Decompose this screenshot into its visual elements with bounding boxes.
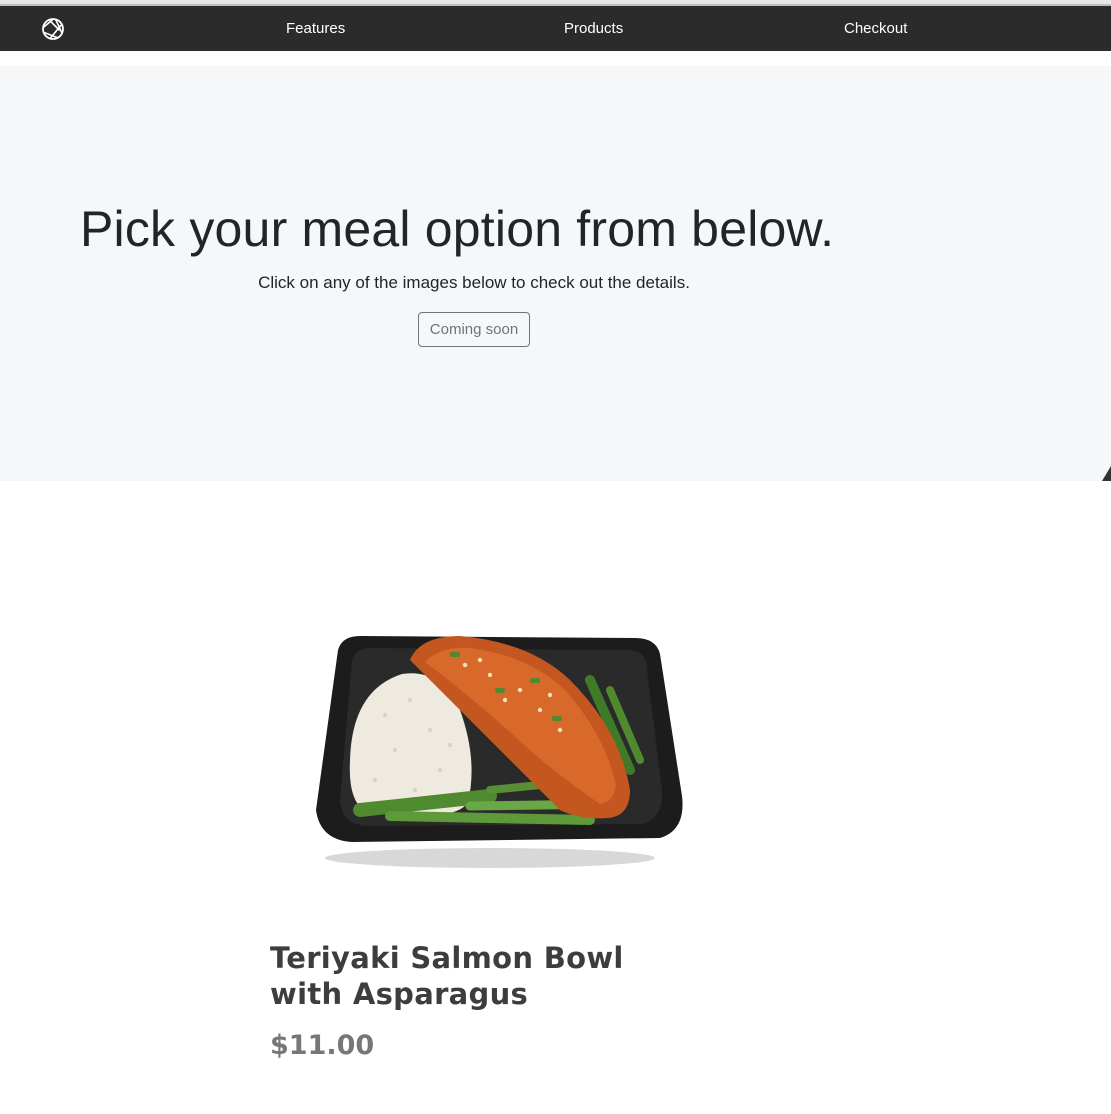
salmon-bowl-image[interactable] bbox=[290, 620, 690, 880]
product-name[interactable]: Teriyaki Salmon Bowl with Asparagus bbox=[270, 940, 700, 1012]
nav-link-checkout[interactable]: Checkout bbox=[844, 20, 907, 37]
navbar: Features Products Checkout bbox=[0, 4, 1111, 51]
aperture-icon[interactable] bbox=[40, 16, 66, 42]
page-title: Pick your meal option from below. bbox=[80, 201, 835, 257]
coming-soon-button[interactable]: Coming soon bbox=[418, 312, 530, 347]
product-card[interactable]: Teriyaki Salmon Bowl with Asparagus $11.… bbox=[270, 600, 710, 1080]
product-price: $11.00 bbox=[270, 1030, 375, 1061]
nav-link-products[interactable]: Products bbox=[564, 20, 623, 37]
header-spacer bbox=[0, 51, 1111, 66]
nav-link-features[interactable]: Features bbox=[286, 20, 345, 37]
corner-triangle-icon bbox=[1102, 466, 1111, 481]
hero-section: Pick your meal option from below. Click … bbox=[0, 66, 1111, 481]
hero-subtitle: Click on any of the images below to chec… bbox=[258, 273, 690, 292]
